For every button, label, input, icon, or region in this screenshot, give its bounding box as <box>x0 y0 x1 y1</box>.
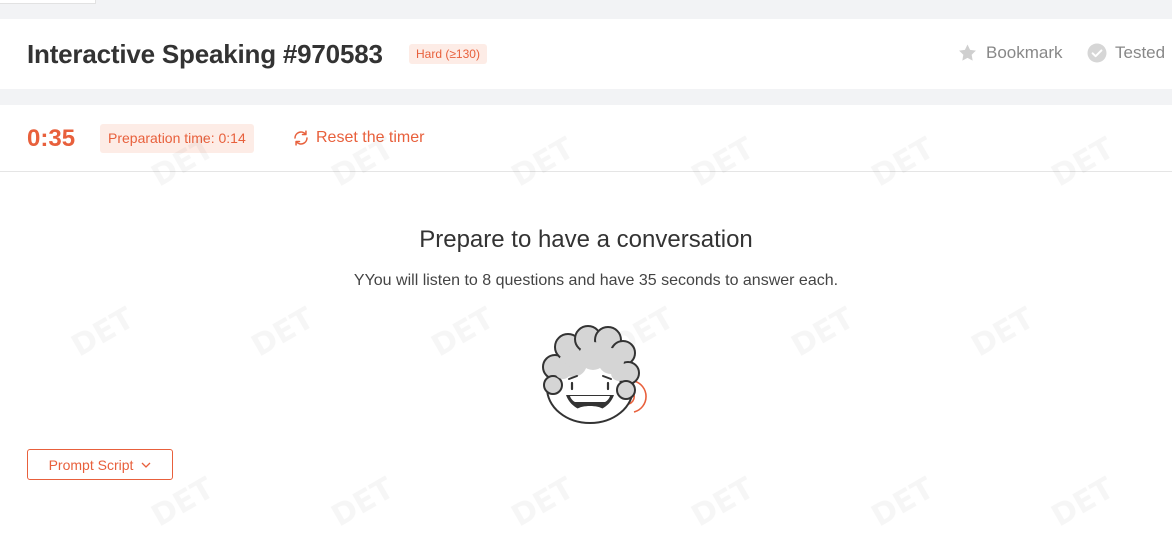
question-header: Interactive Speaking #970583 Hard (≥130)… <box>0 19 1172 89</box>
refresh-icon <box>294 130 308 146</box>
watermark-text: DET <box>146 471 221 534</box>
prepare-heading: Prepare to have a conversation <box>419 226 753 253</box>
watermark-text: DET <box>786 301 861 364</box>
chevron-down-icon <box>141 462 151 468</box>
section-divider <box>0 89 1172 105</box>
page-title: Interactive Speaking #970583 <box>27 39 383 69</box>
watermark-text: DET <box>866 471 941 534</box>
watermark-text: DET <box>246 301 321 364</box>
instructions-text: YYou will listen to 8 questions and have… <box>353 272 839 289</box>
watermark-text: DET <box>326 471 401 534</box>
watermark-text: DET <box>686 471 761 534</box>
timer-bar: 0:35 Preparation time: 0:14 Reset the ti… <box>0 105 1172 172</box>
bookmark-button[interactable]: Bookmark <box>957 43 1063 63</box>
top-strip <box>0 0 1172 19</box>
curly-hair-speaker-avatar <box>542 325 647 424</box>
watermark-text: DET <box>966 301 1041 364</box>
watermark-text: DET <box>426 301 501 364</box>
preparation-time-badge: Preparation time: 0:14 <box>100 124 254 153</box>
watermark-text: DET <box>1046 471 1121 534</box>
tested-button[interactable]: Tested <box>1087 43 1165 63</box>
reset-timer-label: Reset the timer <box>316 129 425 146</box>
prompt-script-button[interactable]: Prompt Script <box>27 449 173 480</box>
tested-label: Tested <box>1115 43 1166 62</box>
difficulty-badge: Hard (≥130) <box>409 44 487 64</box>
prompt-script-label: Prompt Script <box>48 456 134 473</box>
check-circle-icon <box>1087 43 1107 63</box>
reset-timer-button[interactable]: Reset the timer <box>292 129 424 147</box>
bookmark-label: Bookmark <box>986 43 1063 62</box>
countdown-timer: 0:35 <box>27 125 76 152</box>
star-icon <box>959 44 976 61</box>
top-tab-edge <box>0 0 96 4</box>
watermark-text: DET <box>506 471 581 534</box>
watermark-text: DET <box>66 301 141 364</box>
